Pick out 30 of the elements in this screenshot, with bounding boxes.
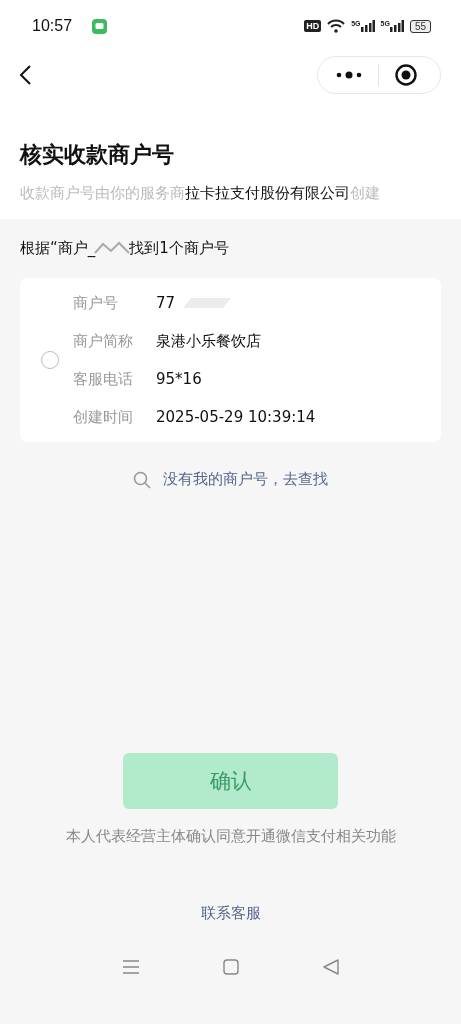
menu-icon[interactable]	[121, 959, 140, 975]
back-triangle-icon[interactable]	[323, 959, 340, 975]
contact-service-link[interactable]: 联系客服	[200, 904, 261, 923]
find-merchant-link[interactable]: 没有我的商户号，去查找	[163, 470, 328, 489]
back-icon[interactable]	[18, 64, 32, 86]
signal-icon	[360, 20, 375, 32]
wifi-icon	[327, 19, 346, 33]
field-value: 泉港小乐餐饮店	[156, 331, 261, 351]
field-label: 创建时间	[73, 407, 134, 427]
close-icon[interactable]	[395, 64, 417, 86]
battery-indicator: 55	[409, 19, 431, 33]
field-value: 2025-05-29 10:39:14	[156, 408, 316, 426]
result-text: 根据“商户_	[20, 239, 96, 258]
field-value: 95*16	[156, 370, 202, 388]
field-value: 77	[156, 294, 176, 312]
signal-icon	[389, 20, 404, 32]
merchant-card[interactable]: 商户号 77 商户简称 泉港小乐餐饮店 客服电话 95*16 创建时间 2025-05-29 10:39:14	[20, 278, 441, 442]
subtitle: 收款商户号由你的服务商拉卡拉支付股份有限公司创建	[20, 184, 381, 203]
hd-label: HD	[304, 20, 322, 32]
search-icon	[133, 470, 151, 489]
page-title: 核实收款商户号	[20, 141, 175, 169]
field-label: 商户简称	[73, 331, 134, 351]
field-label: 商户号	[73, 293, 119, 313]
more-icon[interactable]	[336, 71, 362, 79]
field-label: 客服电话	[73, 369, 134, 389]
consent-note: 本人代表经营主体确认同意开通微信支付相关功能	[64, 827, 397, 846]
status-time: 10:57	[32, 17, 73, 35]
message-app-icon	[92, 18, 108, 34]
result-text: 找到1个商户号	[129, 239, 229, 258]
home-icon[interactable]	[223, 959, 240, 975]
